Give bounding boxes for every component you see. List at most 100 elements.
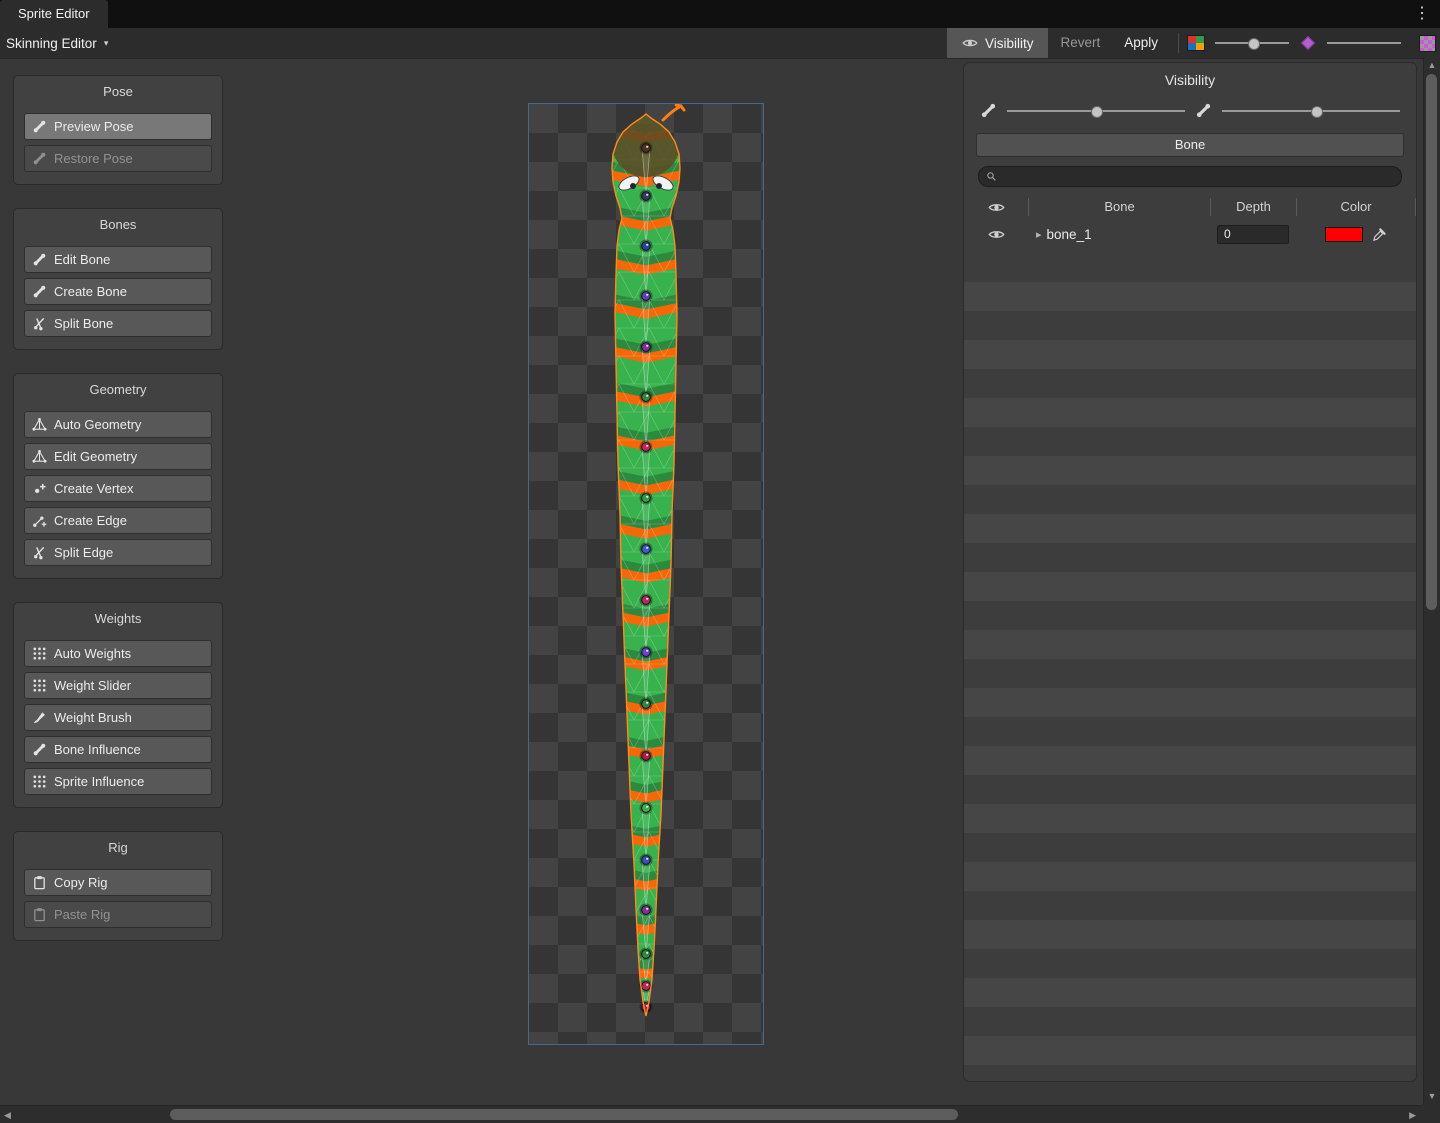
auto-geometry-label: Auto Geometry [54, 417, 141, 432]
eye-icon[interactable] [988, 226, 1005, 243]
split-edge-label: Split Edge [54, 545, 113, 560]
search-input[interactable] [1002, 169, 1394, 185]
bone-color-swatch[interactable] [1325, 227, 1363, 242]
edit-bone-label: Edit Bone [54, 252, 110, 267]
scroll-right-arrow-icon[interactable]: ▶ [1409, 1110, 1416, 1121]
bone-icon [32, 119, 47, 134]
create-edge-button[interactable]: Create Edge [24, 507, 212, 534]
slider-track [1327, 42, 1401, 44]
window-tab-bar: Sprite Editor ⋮ [0, 0, 1440, 28]
weight-slider-label: Weight Slider [54, 678, 131, 693]
pattern-swatch-icon[interactable] [1419, 35, 1436, 52]
snake-sprite-artwork [529, 104, 763, 1044]
weight-brush-label: Weight Brush [54, 710, 132, 725]
slider-thumb[interactable] [1091, 106, 1103, 118]
color-palette-icon[interactable] [1187, 35, 1205, 51]
panel-rig-title: Rig [14, 832, 222, 864]
bone-icon [32, 252, 47, 267]
header-color: Color [1296, 198, 1416, 216]
bone-influence-label: Bone Influence [54, 742, 141, 757]
panel-geometry: Geometry Auto Geometry Edit Geometry Cre… [13, 373, 223, 579]
header-bone: Bone [1028, 198, 1210, 216]
create-vertex-label: Create Vertex [54, 481, 134, 496]
split-edge-button[interactable]: Split Edge [24, 539, 212, 566]
scissors-icon [32, 316, 47, 331]
bone-table-row[interactable]: ▸ bone_1 0 [964, 219, 1416, 250]
auto-weights-button[interactable]: Auto Weights [24, 640, 212, 667]
edit-bone-button[interactable]: Edit Bone [24, 246, 212, 273]
keyframe-diamond-icon[interactable] [1301, 36, 1315, 50]
vertical-scrollbar[interactable]: ▲ ▼ [1423, 57, 1440, 1105]
weight-slider-button[interactable]: Weight Slider [24, 672, 212, 699]
scroll-left-arrow-icon[interactable]: ◀ [4, 1110, 11, 1121]
visibility-panel: Visibility Bone Bone Depth Color [963, 62, 1417, 1082]
sprite-editor-window: Sprite Editor ⋮ Skinning Editor ▾ Visibi… [0, 0, 1440, 1123]
edit-geometry-label: Edit Geometry [54, 449, 137, 464]
auto-geometry-button[interactable]: Auto Geometry [24, 411, 212, 438]
weight-brush-button[interactable]: Weight Brush [24, 704, 212, 731]
split-bone-label: Split Bone [54, 316, 113, 331]
split-bone-button[interactable]: Split Bone [24, 310, 212, 337]
search-icon [986, 171, 997, 182]
copy-rig-button[interactable]: Copy Rig [24, 869, 212, 896]
slider-thumb[interactable] [1248, 38, 1260, 50]
scissors-icon [32, 545, 47, 560]
scroll-down-arrow-icon[interactable]: ▼ [1424, 1091, 1440, 1101]
create-bone-button[interactable]: Create Bone [24, 278, 212, 305]
create-vertex-button[interactable]: Create Vertex [24, 475, 212, 502]
revert-button[interactable]: Revert [1048, 28, 1112, 58]
chevron-down-icon: ▾ [104, 38, 109, 49]
vertical-scrollbar-thumb[interactable] [1426, 74, 1437, 610]
slider-thumb[interactable] [1311, 106, 1323, 118]
eyedropper-icon[interactable] [1372, 227, 1387, 242]
toolbar-separator [1178, 33, 1179, 53]
panel-rig: Rig Copy Rig Paste Rig [13, 831, 223, 941]
bone-opacity-slider[interactable] [1222, 105, 1400, 117]
dots-grid-icon [32, 646, 47, 661]
skinning-editor-dropdown[interactable]: Skinning Editor ▾ [6, 28, 108, 58]
depth-input[interactable]: 0 [1217, 225, 1289, 244]
auto-weights-label: Auto Weights [54, 646, 131, 661]
bone-size-slider[interactable] [1007, 105, 1185, 117]
panel-weights: Weights Auto Weights Weight Slider Weigh… [13, 602, 223, 808]
sprite-canvas[interactable] [528, 103, 764, 1045]
empty-bone-rows [964, 253, 1416, 1081]
bone-tab[interactable]: Bone [976, 133, 1404, 157]
visibility-toggle-button[interactable]: Visibility [947, 28, 1049, 58]
pattern-opacity-slider[interactable] [1327, 37, 1401, 49]
dots-grid-icon [32, 678, 47, 693]
tab-sprite-editor-label: Sprite Editor [18, 6, 90, 21]
bone-size-icon [980, 102, 997, 119]
create-edge-label: Create Edge [54, 513, 127, 528]
brush-icon [32, 710, 47, 725]
restore-pose-button[interactable]: Restore Pose [24, 145, 212, 172]
expander-icon[interactable]: ▸ [1036, 228, 1042, 241]
scrollbar-corner [1422, 1105, 1440, 1123]
sprite-influence-label: Sprite Influence [54, 774, 144, 789]
bone-table-header: Bone Depth Color [964, 195, 1416, 219]
restore-pose-label: Restore Pose [54, 151, 133, 166]
preview-pose-button[interactable]: Preview Pose [24, 113, 212, 140]
paste-rig-label: Paste Rig [54, 907, 110, 922]
scroll-up-arrow-icon[interactable]: ▲ [1424, 60, 1440, 70]
visibility-sliders [964, 100, 1416, 131]
bone-icon [32, 284, 47, 299]
eye-column-icon [988, 199, 1005, 216]
sprite-influence-button[interactable]: Sprite Influence [24, 768, 212, 795]
edit-geometry-button[interactable]: Edit Geometry [24, 443, 212, 470]
horizontal-scrollbar-thumb[interactable] [170, 1109, 958, 1120]
apply-button[interactable]: Apply [1112, 28, 1170, 58]
panel-pose-title: Pose [14, 76, 222, 108]
bone-influence-button[interactable]: Bone Influence [24, 736, 212, 763]
edge-plus-icon [32, 513, 47, 528]
dots-grid-icon [32, 774, 47, 789]
kebab-menu-icon[interactable]: ⋮ [1414, 1, 1430, 27]
tab-sprite-editor[interactable]: Sprite Editor [0, 0, 108, 28]
horizontal-scrollbar[interactable]: ◀ ▶ [0, 1105, 1440, 1123]
search-field[interactable] [978, 166, 1402, 187]
copy-rig-label: Copy Rig [54, 875, 107, 890]
opacity-slider[interactable] [1215, 37, 1289, 49]
eye-icon [962, 35, 978, 51]
visibility-panel-title: Visibility [964, 63, 1416, 100]
paste-rig-button[interactable]: Paste Rig [24, 901, 212, 928]
